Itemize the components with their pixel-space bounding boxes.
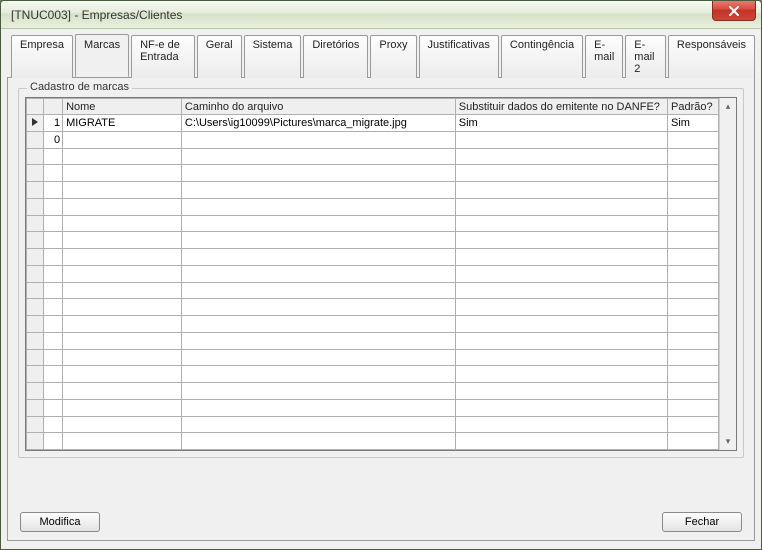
- grid-header-id[interactable]: [43, 99, 62, 115]
- tab-marcas[interactable]: Marcas: [75, 34, 129, 77]
- cell-caminho[interactable]: [181, 131, 455, 148]
- tabstrip: Empresa Marcas NF-e de Entrada Geral Sis…: [7, 33, 755, 76]
- table-row[interactable]: [27, 182, 719, 199]
- grid-body: 1 MIGRATE C:\Users\ig10099\Pictures\marc…: [27, 115, 719, 450]
- grid-header-substituir[interactable]: Substituir dados do emitente no DANFE?: [455, 99, 667, 115]
- close-icon: [728, 6, 740, 16]
- titlebar: [TNUC003] - Empresas/Clientes: [1, 1, 761, 29]
- grid-header-caminho[interactable]: Caminho do arquivo: [181, 99, 455, 115]
- scroll-down-icon[interactable]: ▾: [720, 433, 736, 450]
- tab-empresa[interactable]: Empresa: [11, 35, 73, 78]
- cell-substituir[interactable]: [455, 131, 667, 148]
- tab-diretorios[interactable]: Diretórios: [303, 35, 368, 78]
- table-row[interactable]: [27, 332, 719, 349]
- table-row[interactable]: 0: [27, 131, 719, 148]
- table-row[interactable]: [27, 316, 719, 333]
- app-window: [TNUC003] - Empresas/Clientes Empresa Ma…: [0, 0, 762, 550]
- table-row[interactable]: [27, 265, 719, 282]
- scroll-up-icon[interactable]: ▴: [720, 98, 736, 115]
- table-row[interactable]: [27, 416, 719, 433]
- groupbox-cadastro-marcas: Cadastro de marcas: [18, 88, 744, 458]
- grid-header-indicator: [27, 99, 44, 115]
- table-row[interactable]: [27, 232, 719, 249]
- grid-header-padrao[interactable]: Padrão?: [668, 99, 719, 115]
- tab-responsaveis[interactable]: Responsáveis: [668, 35, 755, 78]
- window-title: [TNUC003] - Empresas/Clientes: [11, 8, 182, 22]
- table-row[interactable]: [27, 198, 719, 215]
- table-row[interactable]: [27, 433, 719, 450]
- tab-justificativas[interactable]: Justificativas: [419, 35, 499, 78]
- grid-header-nome[interactable]: Nome: [63, 99, 182, 115]
- cell-id[interactable]: 1: [43, 115, 62, 132]
- tab-proxy[interactable]: Proxy: [370, 35, 416, 78]
- cell-padrao[interactable]: Sim: [668, 115, 719, 132]
- cell-padrao[interactable]: [668, 131, 719, 148]
- current-row-indicator-icon: [32, 118, 38, 126]
- window-close-button[interactable]: [712, 1, 756, 21]
- table-row[interactable]: [27, 148, 719, 165]
- table-row[interactable]: 1 MIGRATE C:\Users\ig10099\Pictures\marc…: [27, 115, 719, 132]
- tab-email[interactable]: E-mail: [585, 35, 623, 78]
- table-row[interactable]: [27, 366, 719, 383]
- cell-id[interactable]: 0: [43, 131, 62, 148]
- button-bar: Modifica Fechar: [18, 502, 744, 532]
- table-row[interactable]: [27, 282, 719, 299]
- modify-button[interactable]: Modifica: [20, 512, 100, 532]
- tab-nfe-entrada[interactable]: NF-e de Entrada: [131, 35, 195, 78]
- marcas-grid[interactable]: Nome Caminho do arquivo Substituir dados…: [26, 98, 719, 450]
- tabpanel-marcas: Cadastro de marcas: [7, 77, 755, 541]
- table-row[interactable]: [27, 399, 719, 416]
- client-area: Empresa Marcas NF-e de Entrada Geral Sis…: [1, 29, 761, 549]
- row-indicator-cell: [27, 115, 44, 132]
- cell-nome[interactable]: [63, 131, 182, 148]
- close-button[interactable]: Fechar: [662, 512, 742, 532]
- groupbox-legend: Cadastro de marcas: [27, 81, 132, 93]
- table-row[interactable]: [27, 299, 719, 316]
- cell-caminho[interactable]: C:\Users\ig10099\Pictures\marca_migrate.…: [181, 115, 455, 132]
- table-row[interactable]: [27, 165, 719, 182]
- table-row[interactable]: [27, 249, 719, 266]
- tab-contingencia[interactable]: Contingência: [501, 35, 583, 78]
- row-indicator-cell: [27, 131, 44, 148]
- grid-wrapper: Nome Caminho do arquivo Substituir dados…: [25, 97, 737, 451]
- vertical-scrollbar[interactable]: ▴ ▾: [719, 98, 736, 450]
- tab-sistema[interactable]: Sistema: [244, 35, 302, 78]
- tab-email2[interactable]: E-mail 2: [625, 35, 666, 78]
- table-row[interactable]: [27, 383, 719, 400]
- table-row[interactable]: [27, 215, 719, 232]
- cell-substituir[interactable]: Sim: [455, 115, 667, 132]
- cell-nome[interactable]: MIGRATE: [63, 115, 182, 132]
- table-row[interactable]: [27, 349, 719, 366]
- tab-geral[interactable]: Geral: [197, 35, 242, 78]
